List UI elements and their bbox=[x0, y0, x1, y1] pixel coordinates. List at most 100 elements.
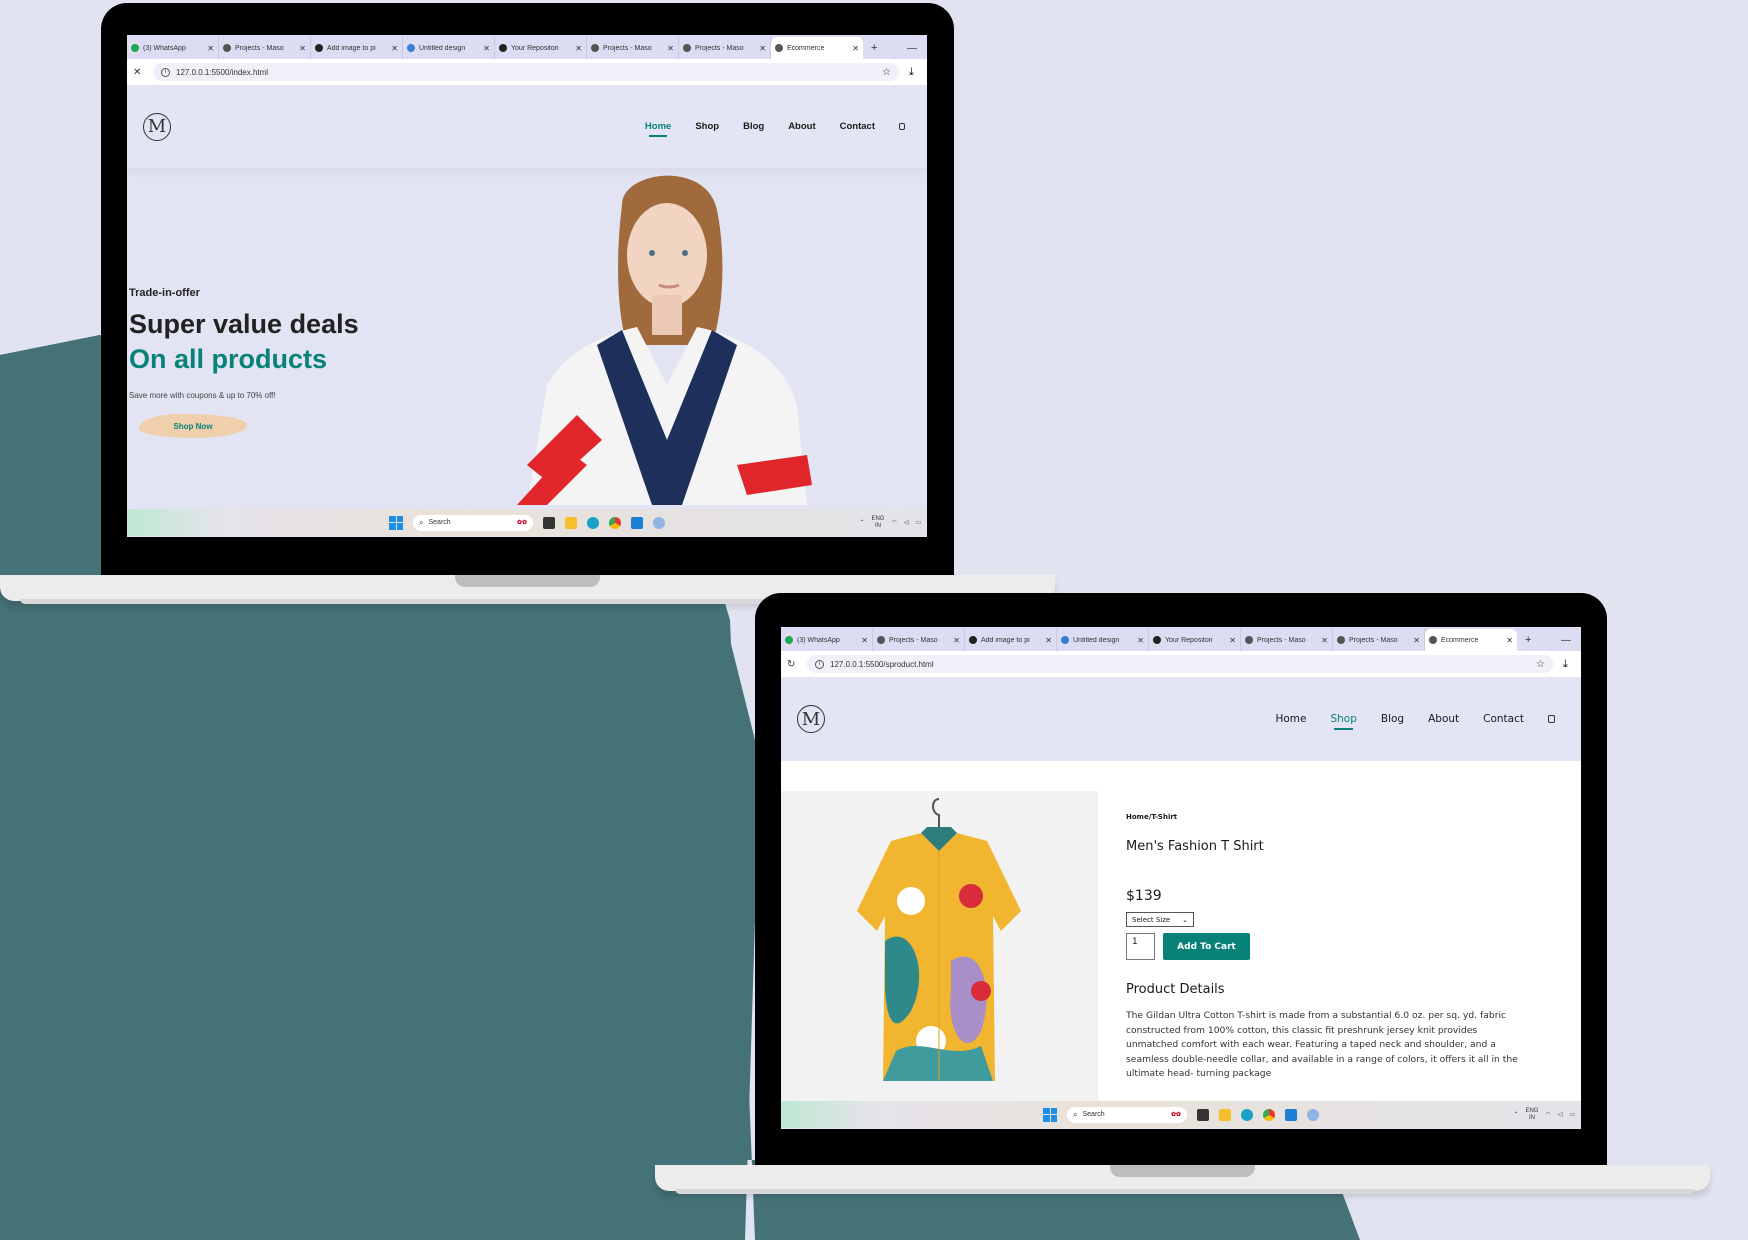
new-tab-button[interactable]: + bbox=[1517, 629, 1539, 651]
site-info-icon[interactable]: i bbox=[161, 67, 170, 77]
add-to-cart-button[interactable]: Add To Cart bbox=[1163, 933, 1250, 960]
task-view-icon[interactable] bbox=[1197, 1108, 1209, 1121]
hero-subtitle: Save more with coupons & up to 70% off! bbox=[129, 391, 276, 400]
browser-tab[interactable]: Untitled design ✕ bbox=[1057, 629, 1149, 651]
wifi-icon[interactable]: ◠ bbox=[891, 519, 896, 526]
new-tab-button[interactable]: + bbox=[863, 37, 885, 59]
browser-tab[interactable]: Projects - Maso ✕ bbox=[679, 37, 771, 59]
bookmark-star-icon[interactable]: ☆ bbox=[1536, 659, 1545, 670]
url-field[interactable]: i 127.0.0.1:5500/index.html ☆ bbox=[153, 63, 899, 81]
close-tab-icon[interactable]: ✕ bbox=[1137, 636, 1144, 645]
hero-model-image bbox=[517, 175, 812, 505]
system-tray: ⌃ ENG IN ◠ ◁ ▭ bbox=[859, 516, 921, 530]
nav-about[interactable]: About bbox=[1428, 713, 1459, 725]
close-tab-icon[interactable]: ✕ bbox=[861, 636, 868, 645]
nav-home[interactable]: Home bbox=[1275, 713, 1306, 725]
close-tab-icon[interactable]: ✕ bbox=[1045, 636, 1052, 645]
product-image[interactable] bbox=[781, 791, 1098, 1101]
volume-icon[interactable]: ◁ bbox=[1558, 1111, 1563, 1118]
stop-loading-icon[interactable]: ✕ bbox=[133, 67, 149, 78]
site-info-icon[interactable]: i bbox=[815, 659, 824, 669]
edge-icon[interactable] bbox=[587, 516, 599, 529]
chrome-icon[interactable] bbox=[609, 516, 621, 529]
site-logo[interactable]: M bbox=[143, 112, 171, 141]
file-explorer-icon[interactable] bbox=[1219, 1108, 1231, 1121]
chevron-up-icon[interactable]: ⌃ bbox=[1513, 1111, 1518, 1118]
site-header: M Home Shop Blog About Contact bbox=[781, 677, 1581, 761]
taskbar-apps: ⌕ Search ✿✿ bbox=[389, 514, 665, 531]
browser-tab[interactable]: Your Repositori ✕ bbox=[1149, 629, 1241, 651]
wifi-icon[interactable]: ◠ bbox=[1545, 1111, 1550, 1118]
app-icon[interactable] bbox=[1307, 1108, 1319, 1121]
cart-bag-icon[interactable] bbox=[899, 123, 905, 130]
battery-icon[interactable]: ▭ bbox=[1569, 1111, 1575, 1118]
browser-tab[interactable]: Projects - Maso ✕ bbox=[587, 37, 679, 59]
close-tab-icon[interactable]: ✕ bbox=[1506, 636, 1513, 645]
cart-bag-icon[interactable] bbox=[1548, 715, 1555, 723]
browser-tab[interactable]: Add image to pi ✕ bbox=[965, 629, 1057, 651]
taskbar-search[interactable]: ⌕ Search ✿✿ bbox=[1067, 1106, 1187, 1123]
browser-tab[interactable]: Your Repositori ✕ bbox=[495, 37, 587, 59]
minimize-button[interactable]: — bbox=[897, 37, 927, 59]
close-tab-icon[interactable]: ✕ bbox=[299, 44, 306, 53]
site-logo[interactable]: M bbox=[797, 705, 825, 733]
close-tab-icon[interactable]: ✕ bbox=[667, 44, 674, 53]
close-tab-icon[interactable]: ✕ bbox=[1413, 636, 1420, 645]
language-indicator[interactable]: ENG IN bbox=[1525, 1108, 1538, 1122]
url-field[interactable]: i 127.0.0.1:5500/sproduct.html ☆ bbox=[807, 655, 1553, 673]
shop-now-button[interactable]: Shop Now bbox=[139, 414, 247, 438]
close-tab-icon[interactable]: ✕ bbox=[391, 44, 398, 53]
nav-about[interactable]: About bbox=[788, 121, 815, 132]
browser-tab[interactable]: Untitled design ✕ bbox=[403, 37, 495, 59]
product-details-heading: Product Details bbox=[1126, 982, 1225, 997]
close-tab-icon[interactable]: ✕ bbox=[759, 44, 766, 53]
volume-icon[interactable]: ◁ bbox=[904, 519, 909, 526]
task-view-icon[interactable] bbox=[543, 516, 555, 529]
windows-start-icon[interactable] bbox=[389, 515, 403, 530]
language-indicator[interactable]: ENG IN bbox=[871, 516, 884, 530]
battery-icon[interactable]: ▭ bbox=[915, 519, 921, 526]
close-tab-icon[interactable]: ✕ bbox=[953, 636, 960, 645]
close-tab-icon[interactable]: ✕ bbox=[1229, 636, 1236, 645]
size-select[interactable]: Select Size ⌄ bbox=[1126, 912, 1194, 927]
download-icon[interactable]: ⤓ bbox=[909, 66, 921, 79]
whatsapp-icon bbox=[131, 44, 139, 52]
taskbar-search[interactable]: ⌕ Search ✿✿ bbox=[413, 514, 533, 531]
reload-icon[interactable]: ↻ bbox=[787, 659, 803, 670]
vscode-icon[interactable] bbox=[1285, 1108, 1297, 1121]
nav-shop[interactable]: Shop bbox=[1330, 713, 1357, 730]
edge-icon[interactable] bbox=[1241, 1108, 1253, 1121]
close-tab-icon[interactable]: ✕ bbox=[575, 44, 582, 53]
browser-tab-active[interactable]: Ecommerce ✕ bbox=[771, 37, 863, 59]
quantity-input[interactable]: 1 bbox=[1126, 933, 1155, 960]
nav-shop[interactable]: Shop bbox=[695, 121, 719, 132]
close-tab-icon[interactable]: ✕ bbox=[207, 44, 214, 53]
browser-tab[interactable]: (3) WhatsApp ✕ bbox=[127, 37, 219, 59]
nav-contact[interactable]: Contact bbox=[840, 121, 875, 132]
close-tab-icon[interactable]: ✕ bbox=[483, 44, 490, 53]
nav-blog[interactable]: Blog bbox=[743, 121, 764, 132]
chevron-up-icon[interactable]: ⌃ bbox=[859, 519, 864, 526]
browser-tab[interactable]: Projects - Maso ✕ bbox=[1241, 629, 1333, 651]
browser-tab[interactable]: Projects - Maso ✕ bbox=[219, 37, 311, 59]
browser-tab[interactable]: (3) WhatsApp ✕ bbox=[781, 629, 873, 651]
minimize-button[interactable]: — bbox=[1551, 629, 1581, 651]
breadcrumb[interactable]: Home/T-Shirt bbox=[1126, 813, 1521, 821]
browser-tab[interactable]: Projects - Maso ✕ bbox=[1333, 629, 1425, 651]
bookmark-star-icon[interactable]: ☆ bbox=[882, 67, 891, 78]
nav-blog[interactable]: Blog bbox=[1381, 713, 1404, 725]
close-tab-icon[interactable]: ✕ bbox=[852, 44, 859, 53]
vscode-icon[interactable] bbox=[631, 516, 643, 529]
nav-contact[interactable]: Contact bbox=[1483, 713, 1524, 725]
download-icon[interactable]: ⤓ bbox=[1563, 658, 1575, 671]
app-icon[interactable] bbox=[653, 516, 665, 529]
browser-tab[interactable]: Projects - Maso ✕ bbox=[873, 629, 965, 651]
windows-taskbar: ⌕ Search ✿✿ ⌃ ENG IN ◠ ◁ ▭ bbox=[127, 509, 927, 536]
file-explorer-icon[interactable] bbox=[565, 516, 577, 529]
close-tab-icon[interactable]: ✕ bbox=[1321, 636, 1328, 645]
browser-tab[interactable]: Add image to pi ✕ bbox=[311, 37, 403, 59]
browser-tab-active[interactable]: Ecommerce ✕ bbox=[1425, 629, 1517, 651]
windows-start-icon[interactable] bbox=[1043, 1107, 1057, 1122]
nav-home[interactable]: Home bbox=[645, 121, 671, 137]
chrome-icon[interactable] bbox=[1263, 1108, 1275, 1121]
